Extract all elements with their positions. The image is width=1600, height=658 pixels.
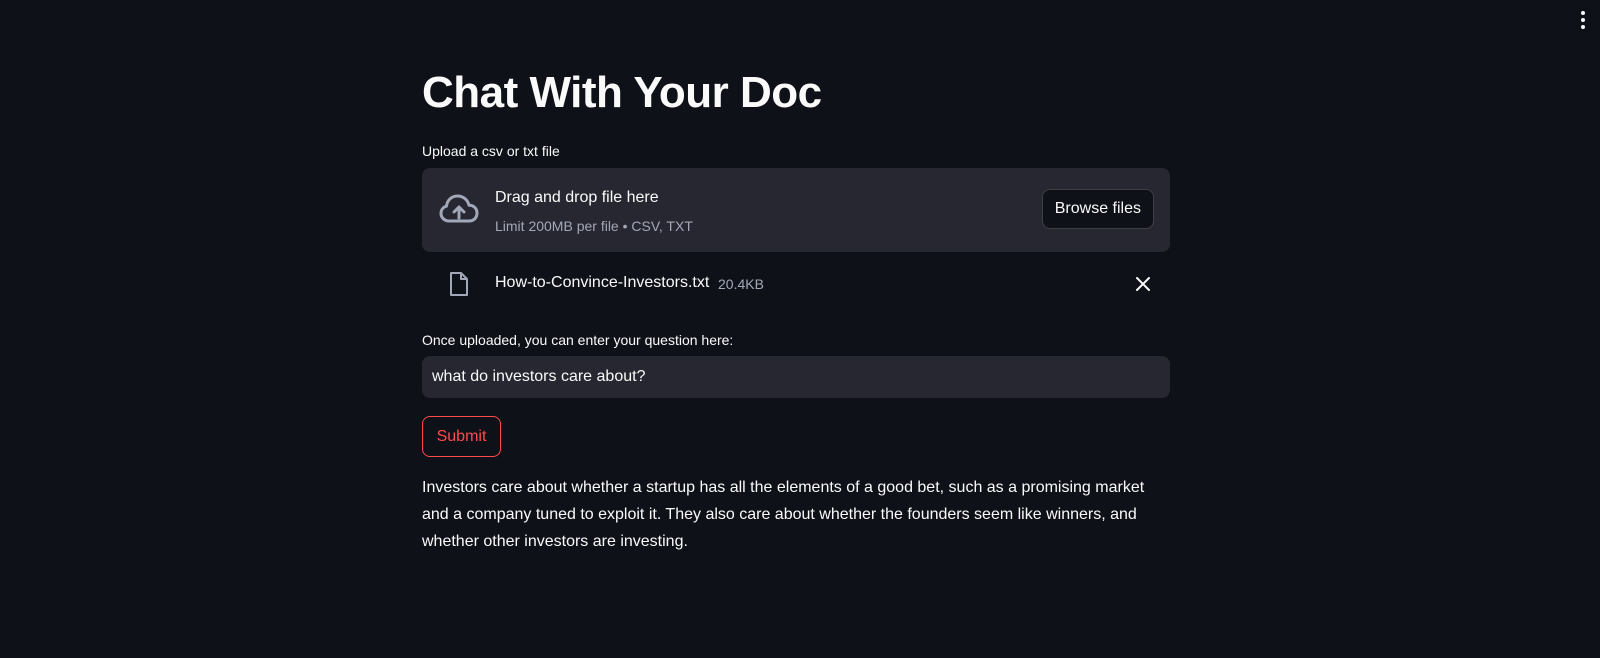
close-icon[interactable] — [1134, 275, 1152, 293]
question-label: Once uploaded, you can enter your questi… — [422, 332, 734, 348]
uploaded-file-name: How-to-Convince-Investors.txt — [495, 274, 710, 291]
file-dropzone[interactable]: Drag and drop file here Limit 200MB per … — [422, 168, 1170, 252]
uploaded-file-item: How-to-Convince-Investors.txt 20.4KB — [422, 268, 1170, 300]
kebab-menu-icon — [1581, 11, 1585, 15]
browse-files-button[interactable]: Browse files — [1041, 189, 1154, 229]
uploaded-file-size: 20.4KB — [718, 276, 764, 292]
upload-label: Upload a csv or txt file — [422, 143, 560, 159]
file-icon — [450, 272, 468, 296]
dropzone-instructions: Drag and drop file here — [495, 189, 659, 206]
cloud-upload-icon — [439, 194, 479, 223]
page-title: Chat With Your Doc — [422, 68, 822, 117]
dropzone-limit: Limit 200MB per file • CSV, TXT — [495, 218, 693, 234]
main-menu-button[interactable] — [1576, 10, 1590, 30]
submit-button[interactable]: Submit — [422, 416, 501, 457]
question-input[interactable] — [422, 356, 1170, 398]
answer-text: Investors care about whether a startup h… — [422, 479, 1145, 550]
app-page: Chat With Your Doc Upload a csv or txt f… — [0, 0, 1600, 658]
